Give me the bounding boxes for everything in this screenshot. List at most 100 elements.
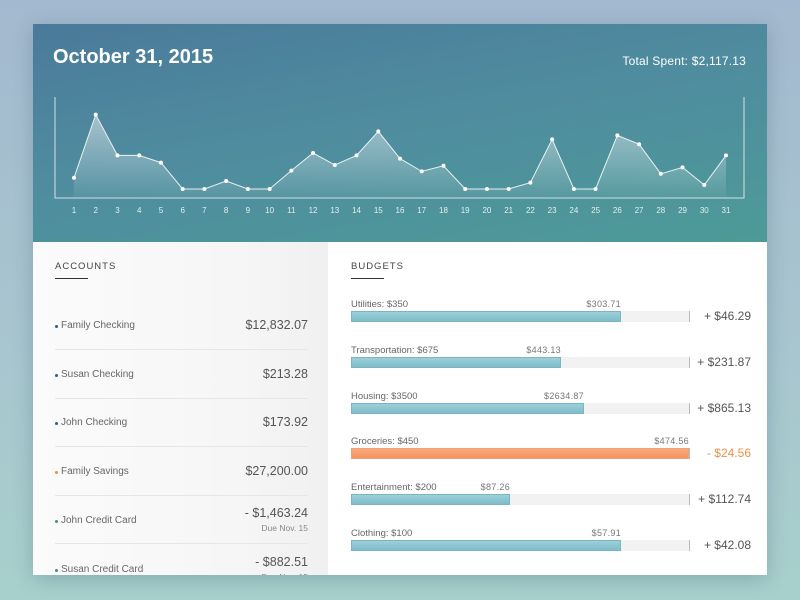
budget-row[interactable]: Transportation: $675 $443.13 + $231.87 — [351, 345, 751, 385]
x-tick-label: 27 — [635, 206, 644, 215]
x-tick-label: 12 — [309, 206, 318, 215]
x-tick-label: 6 — [180, 206, 185, 215]
spending-header: October 31, 2015 Total Spent: $2,117.13 … — [33, 24, 767, 242]
data-point[interactable] — [180, 187, 185, 191]
budget-row[interactable]: Housing: $3500 $2634.87 + $865.13 — [351, 391, 751, 431]
account-row[interactable]: Susan Checking $213.28 — [55, 351, 308, 399]
data-point[interactable] — [376, 129, 381, 134]
budget-progress-bar — [351, 494, 689, 506]
data-point[interactable] — [289, 168, 294, 173]
data-point[interactable] — [571, 187, 576, 191]
budget-remaining: + $865.13 — [697, 400, 751, 415]
x-tick-label: 1 — [72, 206, 77, 215]
budget-spent: $57.91 — [591, 528, 621, 538]
data-point[interactable] — [637, 142, 642, 147]
data-point[interactable] — [202, 187, 207, 191]
data-point[interactable] — [158, 160, 163, 165]
budget-remaining: + $46.29 — [703, 309, 751, 323]
budget-label: Clothing: $100 — [351, 528, 413, 539]
data-point[interactable] — [615, 133, 620, 138]
data-point[interactable] — [354, 153, 359, 158]
data-point[interactable] — [724, 153, 728, 158]
budget-limit-marker — [689, 494, 690, 506]
data-point[interactable] — [245, 187, 250, 191]
data-point[interactable] — [115, 153, 120, 158]
x-tick-label: 24 — [569, 206, 578, 215]
budget-progress-fill — [351, 402, 584, 414]
account-color-dot — [55, 325, 58, 328]
account-balance: - $1,463.24 — [244, 506, 308, 520]
account-row[interactable]: John Credit Card - $1,463.24 Due Nov. 15 — [55, 496, 308, 544]
data-point[interactable] — [463, 187, 468, 191]
data-point[interactable] — [311, 151, 316, 155]
account-color-dot — [55, 568, 58, 572]
dashboard-card: October 31, 2015 Total Spent: $2,117.13 … — [33, 24, 767, 575]
spending-area — [74, 114, 726, 197]
x-tick-label: 18 — [439, 206, 448, 215]
budget-progress-fill — [351, 311, 621, 322]
data-point[interactable] — [550, 137, 555, 142]
account-due-date: Due Nov. 15 — [261, 523, 308, 533]
data-point[interactable] — [484, 187, 489, 191]
x-tick-label: 15 — [374, 206, 383, 215]
x-tick-label: 21 — [504, 206, 513, 215]
budget-limit-marker — [689, 540, 690, 551]
account-color-dot — [55, 520, 58, 523]
budget-progress-bar — [351, 311, 689, 322]
data-point[interactable] — [267, 187, 272, 191]
budget-label: Groceries: $450 — [351, 436, 419, 448]
x-tick-label: 2 — [94, 206, 99, 215]
x-tick-label: 31 — [722, 206, 731, 215]
x-tick-label: 11 — [287, 206, 296, 215]
data-point[interactable] — [332, 163, 337, 167]
budget-spent: $303.71 — [586, 299, 621, 309]
budgets-title: BUDGETS — [351, 261, 404, 272]
data-point[interactable] — [72, 175, 76, 180]
x-tick-label: 16 — [396, 206, 405, 215]
account-name: Family Checking — [61, 320, 135, 331]
account-row[interactable]: Susan Credit Card - $882.51 Due Nov. 15 — [55, 545, 308, 575]
account-name: Susan Credit Card — [61, 563, 144, 575]
account-color-dot — [55, 373, 58, 377]
budget-remaining: - $24.56 — [706, 446, 751, 461]
x-tick-label: 22 — [526, 206, 535, 215]
x-tick-label: 28 — [656, 206, 665, 215]
data-point[interactable] — [680, 165, 685, 170]
budgets-title-underline — [351, 278, 384, 279]
data-point[interactable] — [93, 112, 98, 117]
budget-row[interactable]: Utilities: $350 $303.71 + $46.29 — [351, 299, 751, 339]
data-point[interactable] — [658, 171, 663, 176]
data-point[interactable] — [137, 153, 142, 158]
account-row[interactable]: Family Savings $27,200.00 — [55, 448, 308, 496]
budget-label: Housing: $3500 — [351, 390, 418, 402]
budget-spent: $443.13 — [526, 344, 561, 355]
x-tick-label: 23 — [548, 206, 557, 215]
budget-row[interactable]: Entertainment: $200 $87.26 + $112.74 — [351, 482, 751, 522]
data-point[interactable] — [593, 187, 598, 191]
x-tick-label: 14 — [352, 206, 361, 215]
x-tick-label: 10 — [265, 206, 274, 215]
budget-row[interactable]: Groceries: $450 $474.56 - $24.56 — [351, 436, 751, 476]
data-point[interactable] — [702, 183, 707, 187]
data-point[interactable] — [419, 169, 424, 174]
account-name: John Checking — [61, 417, 128, 428]
data-point[interactable] — [528, 180, 533, 185]
data-point[interactable] — [506, 187, 511, 191]
accounts-title-underline — [55, 278, 88, 279]
data-point[interactable] — [398, 156, 402, 161]
budget-row[interactable]: Clothing: $100 $57.91 + $42.08 — [351, 528, 751, 568]
account-name: John Credit Card — [61, 515, 137, 526]
account-row[interactable]: John Checking $173.92 — [55, 399, 308, 447]
account-balance: $27,200.00 — [245, 463, 308, 478]
budget-label: Entertainment: $200 — [351, 482, 437, 494]
data-point[interactable] — [441, 163, 446, 168]
budget-progress-bar — [351, 402, 689, 414]
x-tick-label: 19 — [461, 206, 470, 215]
budget-label: Utilities: $350 — [351, 299, 409, 310]
x-tick-label: 29 — [678, 206, 687, 215]
account-row[interactable]: Family Checking $12,832.07 — [55, 302, 308, 350]
budget-progress-bar — [351, 356, 689, 368]
data-point[interactable] — [224, 179, 229, 183]
account-balance: - $882.51 — [255, 554, 308, 569]
x-tick-label: 4 — [137, 206, 142, 215]
